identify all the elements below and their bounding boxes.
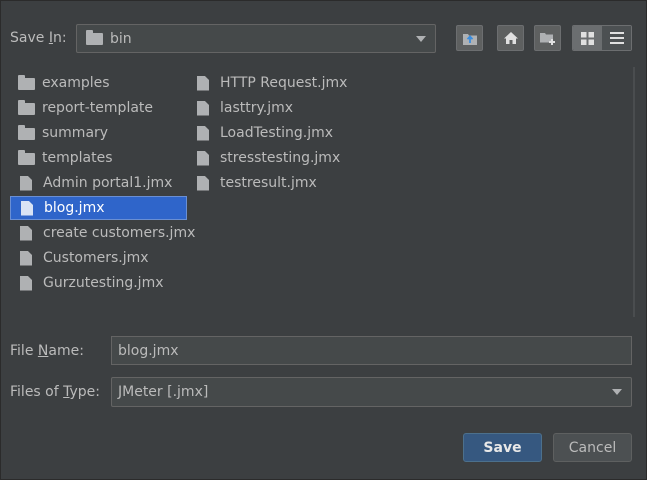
file-icon xyxy=(20,175,32,191)
list-item-testresult[interactable]: testresult.jmx xyxy=(187,171,317,195)
save-in-combo[interactable]: bin xyxy=(76,24,436,53)
home-button[interactable] xyxy=(497,25,524,51)
up-one-level-button[interactable] xyxy=(456,25,483,51)
file-icon xyxy=(21,200,33,216)
list-item-create-customers[interactable]: create customers.jmx xyxy=(10,221,195,245)
file-type-select[interactable]: JMeter [.jmx] xyxy=(111,377,632,407)
folder-icon xyxy=(18,150,35,165)
folder-icon xyxy=(18,100,35,115)
file-icon xyxy=(197,150,209,166)
file-type-label: Files of Type: xyxy=(10,384,101,400)
cancel-button[interactable]: Cancel xyxy=(553,433,632,462)
file-icon xyxy=(197,175,209,191)
save-dialog: Save In: bin examples report-template su… xyxy=(0,0,647,480)
save-in-label: Save In: xyxy=(10,30,67,46)
list-view-button[interactable] xyxy=(573,26,602,50)
current-folder-label: bin xyxy=(110,30,132,47)
list-item-report-template[interactable]: report-template xyxy=(10,96,153,120)
folder-icon xyxy=(18,125,35,140)
list-item-summary[interactable]: summary xyxy=(10,121,108,145)
file-name-input[interactable]: blog.jmx xyxy=(111,336,632,365)
new-folder-icon xyxy=(540,33,555,45)
file-icon xyxy=(197,125,209,141)
list-item-admin-portal1[interactable]: Admin portal1.jmx xyxy=(10,171,172,195)
file-icon xyxy=(20,275,32,291)
details-view-button[interactable] xyxy=(602,26,631,50)
file-name-label: File Name: xyxy=(10,343,84,359)
folder-icon xyxy=(86,29,103,45)
scrollbar[interactable] xyxy=(633,67,635,317)
list-item-examples[interactable]: examples xyxy=(10,71,110,95)
list-item-http-request[interactable]: HTTP Request.jmx xyxy=(187,71,347,95)
chevron-down-icon xyxy=(416,35,426,42)
chevron-down-icon xyxy=(612,389,622,395)
file-icon xyxy=(197,75,209,91)
new-folder-button[interactable] xyxy=(534,25,561,51)
list-item-loadtesting[interactable]: LoadTesting.jmx xyxy=(187,121,333,145)
view-toggle-group xyxy=(572,25,632,51)
list-item-blog-selected[interactable]: blog.jmx xyxy=(10,196,187,220)
file-icon xyxy=(20,225,32,241)
list-item-stresstesting[interactable]: stresstesting.jmx xyxy=(187,146,340,170)
list-item-customers[interactable]: Customers.jmx xyxy=(10,246,149,270)
list-item-gurzutesting[interactable]: Gurzutesting.jmx xyxy=(10,271,164,295)
file-icon xyxy=(20,250,32,266)
file-icon xyxy=(197,100,209,116)
folder-icon xyxy=(18,75,35,90)
list-item-templates[interactable]: templates xyxy=(10,146,113,170)
list-view-icon xyxy=(581,31,594,45)
up-folder-icon xyxy=(462,34,477,45)
home-icon xyxy=(503,32,518,44)
details-view-icon xyxy=(609,32,624,44)
list-item-lasttry[interactable]: lasttry.jmx xyxy=(187,96,293,120)
save-button[interactable]: Save xyxy=(463,433,542,462)
